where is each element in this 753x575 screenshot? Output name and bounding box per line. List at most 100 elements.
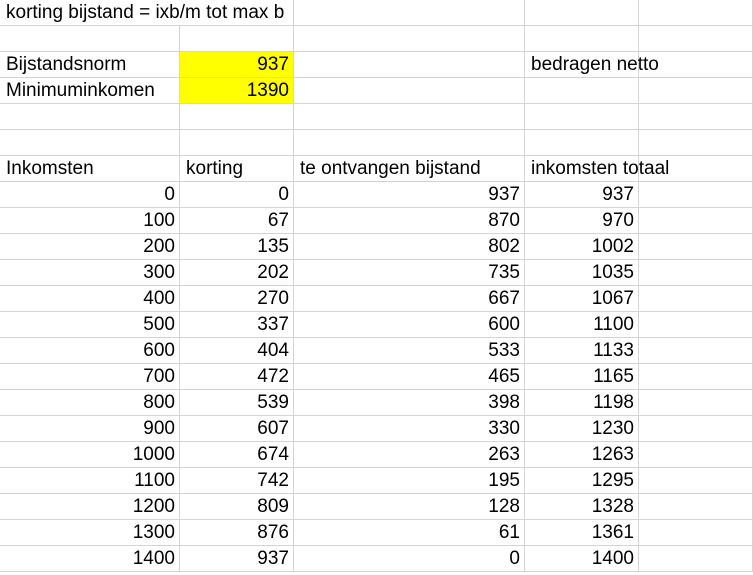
korting-cell[interactable]: 674 — [180, 442, 294, 468]
bijstand-cell[interactable]: 802 — [294, 234, 525, 260]
value-bijstandsnorm[interactable]: 937 — [180, 52, 294, 78]
empty-cell[interactable] — [0, 130, 180, 156]
totaal-cell[interactable]: 937 — [525, 182, 639, 208]
inkomsten-cell[interactable]: 400 — [0, 286, 180, 312]
header-inkomsten-totaal[interactable]: inkomsten totaal — [525, 156, 669, 182]
empty-cell[interactable] — [639, 416, 753, 442]
empty-cell[interactable] — [639, 546, 753, 572]
empty-cell[interactable] — [294, 52, 525, 78]
bijstand-cell[interactable]: 465 — [294, 364, 525, 390]
header-korting[interactable]: korting — [180, 156, 294, 182]
empty-cell[interactable] — [639, 156, 753, 182]
bijstand-cell[interactable]: 61 — [294, 520, 525, 546]
inkomsten-cell[interactable]: 300 — [0, 260, 180, 286]
title-cell[interactable]: korting bijstand = ixb/m tot max b — [0, 0, 284, 26]
header-te-ontvangen-bijstand[interactable]: te ontvangen bijstand — [294, 156, 525, 182]
empty-cell[interactable] — [639, 286, 753, 312]
inkomsten-cell[interactable]: 800 — [0, 390, 180, 416]
totaal-cell[interactable]: 1230 — [525, 416, 639, 442]
bijstand-cell[interactable]: 735 — [294, 260, 525, 286]
inkomsten-cell[interactable]: 1200 — [0, 494, 180, 520]
korting-cell[interactable]: 742 — [180, 468, 294, 494]
empty-cell[interactable] — [294, 0, 525, 26]
inkomsten-cell[interactable]: 600 — [0, 338, 180, 364]
korting-cell[interactable]: 937 — [180, 546, 294, 572]
value-minimuminkomen[interactable]: 1390 — [180, 78, 294, 104]
totaal-cell[interactable]: 1295 — [525, 468, 639, 494]
empty-cell[interactable] — [639, 338, 753, 364]
totaal-cell[interactable]: 1328 — [525, 494, 639, 520]
empty-cell[interactable] — [525, 104, 639, 130]
empty-cell[interactable] — [639, 260, 753, 286]
empty-cell[interactable] — [639, 104, 753, 130]
empty-cell[interactable] — [639, 26, 753, 52]
empty-cell[interactable] — [639, 468, 753, 494]
korting-cell[interactable]: 404 — [180, 338, 294, 364]
empty-cell[interactable] — [294, 130, 525, 156]
inkomsten-cell[interactable]: 500 — [0, 312, 180, 338]
empty-cell[interactable] — [180, 104, 294, 130]
bijstand-cell[interactable]: 398 — [294, 390, 525, 416]
totaal-cell[interactable]: 1400 — [525, 546, 639, 572]
empty-cell[interactable] — [0, 104, 180, 130]
totaal-cell[interactable]: 1198 — [525, 390, 639, 416]
empty-cell[interactable] — [294, 104, 525, 130]
bijstand-cell[interactable]: 0 — [294, 546, 525, 572]
bijstand-cell[interactable]: 263 — [294, 442, 525, 468]
inkomsten-cell[interactable]: 1000 — [0, 442, 180, 468]
totaal-cell[interactable]: 970 — [525, 208, 639, 234]
inkomsten-cell[interactable]: 1400 — [0, 546, 180, 572]
totaal-cell[interactable]: 1165 — [525, 364, 639, 390]
empty-cell[interactable] — [294, 78, 525, 104]
empty-cell[interactable] — [639, 442, 753, 468]
label-minimuminkomen[interactable]: Minimuminkomen — [0, 78, 180, 104]
inkomsten-cell[interactable]: 1300 — [0, 520, 180, 546]
inkomsten-cell[interactable]: 900 — [0, 416, 180, 442]
inkomsten-cell[interactable]: 700 — [0, 364, 180, 390]
korting-cell[interactable]: 202 — [180, 260, 294, 286]
empty-cell[interactable] — [639, 234, 753, 260]
empty-cell[interactable] — [180, 26, 294, 52]
korting-cell[interactable]: 876 — [180, 520, 294, 546]
korting-cell[interactable]: 67 — [180, 208, 294, 234]
empty-cell[interactable] — [639, 0, 753, 26]
inkomsten-cell[interactable]: 100 — [0, 208, 180, 234]
empty-cell[interactable] — [525, 130, 639, 156]
korting-cell[interactable]: 0 — [180, 182, 294, 208]
bijstand-cell[interactable]: 330 — [294, 416, 525, 442]
totaal-cell[interactable]: 1035 — [525, 260, 639, 286]
empty-cell[interactable] — [639, 364, 753, 390]
totaal-cell[interactable]: 1100 — [525, 312, 639, 338]
empty-cell[interactable] — [180, 130, 294, 156]
korting-cell[interactable]: 337 — [180, 312, 294, 338]
bijstand-cell[interactable]: 600 — [294, 312, 525, 338]
bijstand-cell[interactable]: 533 — [294, 338, 525, 364]
totaal-cell[interactable]: 1067 — [525, 286, 639, 312]
totaal-cell[interactable]: 1263 — [525, 442, 639, 468]
korting-cell[interactable]: 809 — [180, 494, 294, 520]
empty-cell[interactable] — [639, 208, 753, 234]
empty-cell[interactable] — [639, 78, 753, 104]
inkomsten-cell[interactable]: 200 — [0, 234, 180, 260]
bijstand-cell[interactable]: 667 — [294, 286, 525, 312]
bijstand-cell[interactable]: 870 — [294, 208, 525, 234]
inkomsten-cell[interactable]: 0 — [0, 182, 180, 208]
totaal-cell[interactable]: 1133 — [525, 338, 639, 364]
bijstand-cell[interactable]: 195 — [294, 468, 525, 494]
korting-cell[interactable]: 539 — [180, 390, 294, 416]
korting-cell[interactable]: 135 — [180, 234, 294, 260]
korting-cell[interactable]: 472 — [180, 364, 294, 390]
bijstand-cell[interactable]: 937 — [294, 182, 525, 208]
empty-cell[interactable] — [639, 52, 753, 78]
empty-cell[interactable] — [525, 0, 639, 26]
empty-cell[interactable] — [639, 520, 753, 546]
empty-cell[interactable] — [639, 130, 753, 156]
empty-cell[interactable] — [639, 312, 753, 338]
korting-cell[interactable]: 270 — [180, 286, 294, 312]
empty-cell[interactable] — [0, 26, 180, 52]
header-inkomsten[interactable]: Inkomsten — [0, 156, 180, 182]
bijstand-cell[interactable]: 128 — [294, 494, 525, 520]
empty-cell[interactable] — [639, 182, 753, 208]
empty-cell[interactable] — [294, 26, 525, 52]
totaal-cell[interactable]: 1361 — [525, 520, 639, 546]
